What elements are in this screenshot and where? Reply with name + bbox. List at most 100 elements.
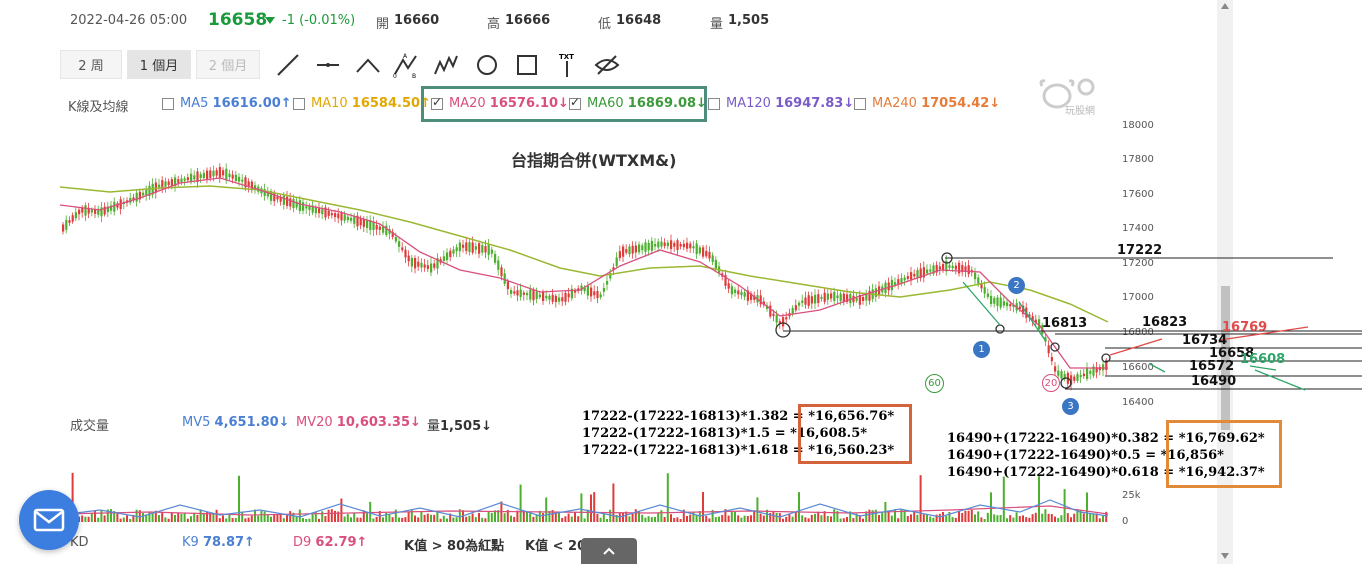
candle-body [810, 296, 813, 304]
candle-body [167, 181, 170, 185]
volume-bar [999, 515, 1002, 522]
volume-bar [353, 512, 356, 522]
candle-body [1060, 371, 1063, 379]
candle-body [670, 240, 673, 250]
candle-body [362, 218, 365, 227]
volume-bar [1089, 513, 1092, 522]
candle-body [410, 257, 413, 267]
candle-body [903, 277, 906, 281]
volume-bar [196, 514, 199, 522]
volume-bar [218, 518, 221, 522]
volume-bar [257, 515, 260, 522]
volume-bar [961, 513, 964, 522]
volume-bar [996, 515, 999, 522]
candle-body [218, 167, 221, 178]
candle-body [468, 242, 471, 253]
candle-body [430, 263, 433, 273]
level-16823: 16823 [1142, 315, 1188, 330]
k9-name: K9 [182, 535, 199, 550]
collapse-panel-button[interactable] [581, 538, 637, 564]
volume-bar [308, 518, 311, 522]
candle-body [647, 242, 650, 251]
volume-bar [254, 509, 256, 522]
volume-bar [81, 515, 84, 522]
up-result-box [1166, 420, 1282, 488]
candle-body [84, 205, 87, 216]
volume-bar [167, 518, 170, 522]
volume-bar [484, 518, 487, 522]
volume-bar [660, 510, 663, 522]
volume-bar [87, 516, 90, 522]
volume-bar [362, 510, 365, 522]
volume-bar [1082, 513, 1085, 522]
volume-bar [743, 515, 746, 522]
candle-body [164, 181, 167, 187]
candle-body [590, 287, 593, 297]
volume-bar [874, 509, 877, 522]
level-17222: 17222 [1117, 243, 1163, 258]
volume-bar [289, 511, 292, 522]
volume-bar [714, 517, 717, 522]
candle-body [407, 255, 410, 262]
candle-body [727, 283, 730, 289]
volume-bar [1070, 517, 1072, 522]
volume-bar [657, 512, 660, 522]
volume-bar [1041, 513, 1044, 522]
candle-body [686, 242, 689, 249]
volume-bar [343, 516, 346, 522]
candle-body [366, 220, 369, 228]
volume-bar [532, 516, 535, 522]
candle-body [158, 184, 161, 188]
candle-body [286, 196, 289, 206]
candle-body [596, 291, 599, 299]
candle-body [737, 290, 740, 295]
volume-bar [1038, 476, 1040, 522]
candle-body [532, 289, 535, 301]
candle-body [487, 244, 490, 255]
wave-marker-2: 2 [1008, 277, 1025, 294]
candle-body [663, 242, 666, 246]
volume-bar [826, 515, 829, 522]
candle-body [993, 297, 996, 304]
volume-bar [583, 518, 586, 522]
candle-body [426, 265, 429, 269]
vol-value: 1,505↓ [440, 419, 493, 434]
contact-button[interactable] [19, 490, 79, 550]
target-16769: 16769 [1222, 320, 1268, 335]
candle-body [177, 179, 180, 183]
volume-bar [830, 516, 832, 522]
volume-bar [465, 516, 468, 522]
candle-body [561, 297, 564, 302]
candle-body [820, 296, 823, 299]
volume-bar [689, 514, 692, 522]
candle-body [68, 220, 71, 223]
candle-body [529, 289, 532, 300]
volume-bar [820, 515, 823, 522]
candle-body [631, 245, 634, 254]
volume-bar [967, 510, 970, 522]
candle-body [398, 241, 401, 247]
volume-bar [794, 511, 797, 522]
candle-body [481, 245, 484, 253]
volume-bar [897, 518, 900, 522]
candle-body [743, 292, 746, 297]
candle-body [548, 295, 551, 300]
candle-body [913, 273, 916, 277]
volume-bar [564, 516, 567, 522]
candle-body [449, 250, 452, 258]
candle-body [298, 200, 301, 212]
volume-bar [394, 509, 397, 522]
volume-bar [606, 518, 608, 522]
volume-bar [718, 516, 720, 522]
volume-bar [772, 511, 775, 522]
volume-bar [126, 515, 128, 522]
candle-body [999, 297, 1002, 308]
volume-bar [382, 517, 384, 522]
candle-body [1002, 301, 1005, 306]
volume-bar [222, 515, 224, 522]
candle-body [1009, 304, 1012, 307]
volume-bar [628, 516, 631, 522]
candle-body [618, 251, 621, 259]
volume-bar [666, 473, 669, 522]
volume-bar [785, 516, 788, 522]
